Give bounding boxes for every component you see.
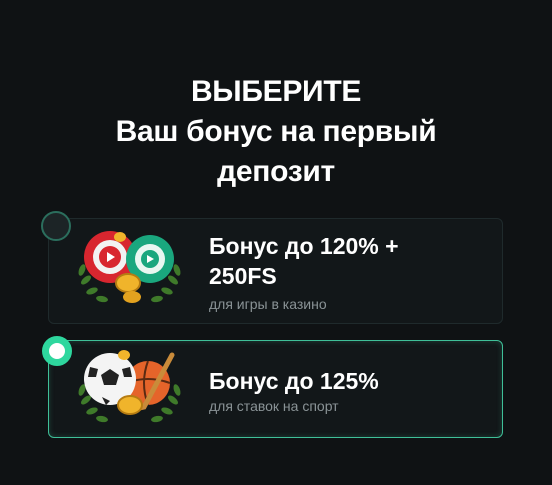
bonus-title-sports: Бонус до 125% bbox=[209, 368, 379, 394]
title-line-3: депозит bbox=[217, 155, 335, 188]
bonus-subtitle-sports: для ставок на спорт bbox=[209, 398, 339, 414]
bonus-title-casino-line-1: Бонус до 120% + bbox=[209, 233, 399, 259]
title-line-1: ВЫБЕРИТЕ bbox=[190, 75, 362, 108]
title-line-2: Ваш бонус на первый bbox=[115, 115, 437, 148]
radio-sports[interactable] bbox=[42, 336, 72, 366]
bonus-title-casino-line-2: 250FS bbox=[209, 263, 277, 289]
bonus-subtitle-casino: для игры в казино bbox=[209, 296, 327, 312]
sports-balls-icon bbox=[78, 350, 181, 423]
bonus-title-casino: Бонус до 120% + 250FS bbox=[209, 231, 489, 291]
page-title: ВЫБЕРИТЕ Ваш бонус на первый депозит bbox=[0, 72, 552, 192]
casino-chips-icon bbox=[78, 231, 181, 303]
radio-casino[interactable] bbox=[41, 211, 71, 241]
